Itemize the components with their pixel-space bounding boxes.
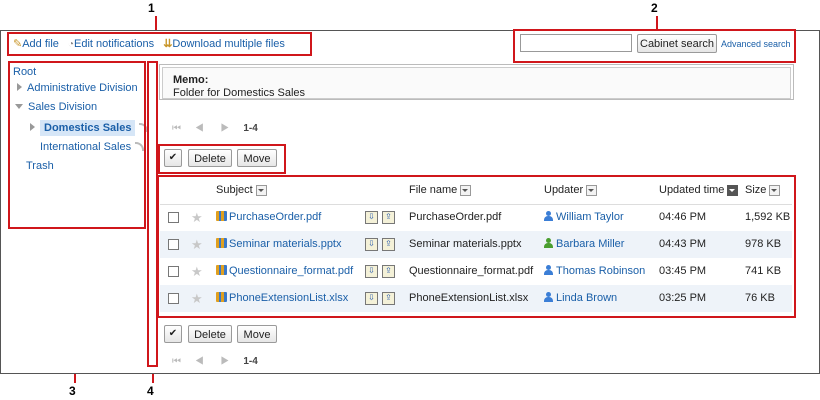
delete-button-bottom[interactable]: Delete: [188, 325, 232, 343]
leader-line-2: [656, 16, 658, 30]
select-all-button-bottom[interactable]: ✔: [164, 325, 182, 343]
callout-3: 3: [69, 384, 76, 398]
first-page-icon[interactable]: ⏮: [172, 356, 181, 367]
page-range: 1-4: [243, 123, 258, 134]
memo-outline: [159, 64, 794, 100]
callout-box-3: [8, 61, 146, 229]
callout-1: 1: [148, 1, 155, 15]
callout-2: 2: [651, 1, 658, 15]
first-page-icon[interactable]: ⏮: [172, 123, 181, 134]
callout-box-2: [513, 29, 796, 63]
next-page-icon[interactable]: ▶: [221, 123, 230, 134]
prev-page-icon[interactable]: ◀: [195, 123, 204, 134]
callout-box-6: [158, 144, 286, 174]
callout-box-7: [157, 175, 796, 318]
page-range: 1-4: [243, 356, 258, 367]
pager-bottom: ⏮ ◀ ▶ 1-4: [172, 356, 258, 367]
prev-page-icon[interactable]: ◀: [195, 356, 204, 367]
next-page-icon[interactable]: ▶: [221, 356, 230, 367]
move-button-bottom[interactable]: Move: [237, 325, 277, 343]
callout-4: 4: [147, 384, 154, 398]
pager-top: ⏮ ◀ ▶ 1-4: [172, 123, 258, 134]
callout-box-1: [7, 32, 312, 56]
